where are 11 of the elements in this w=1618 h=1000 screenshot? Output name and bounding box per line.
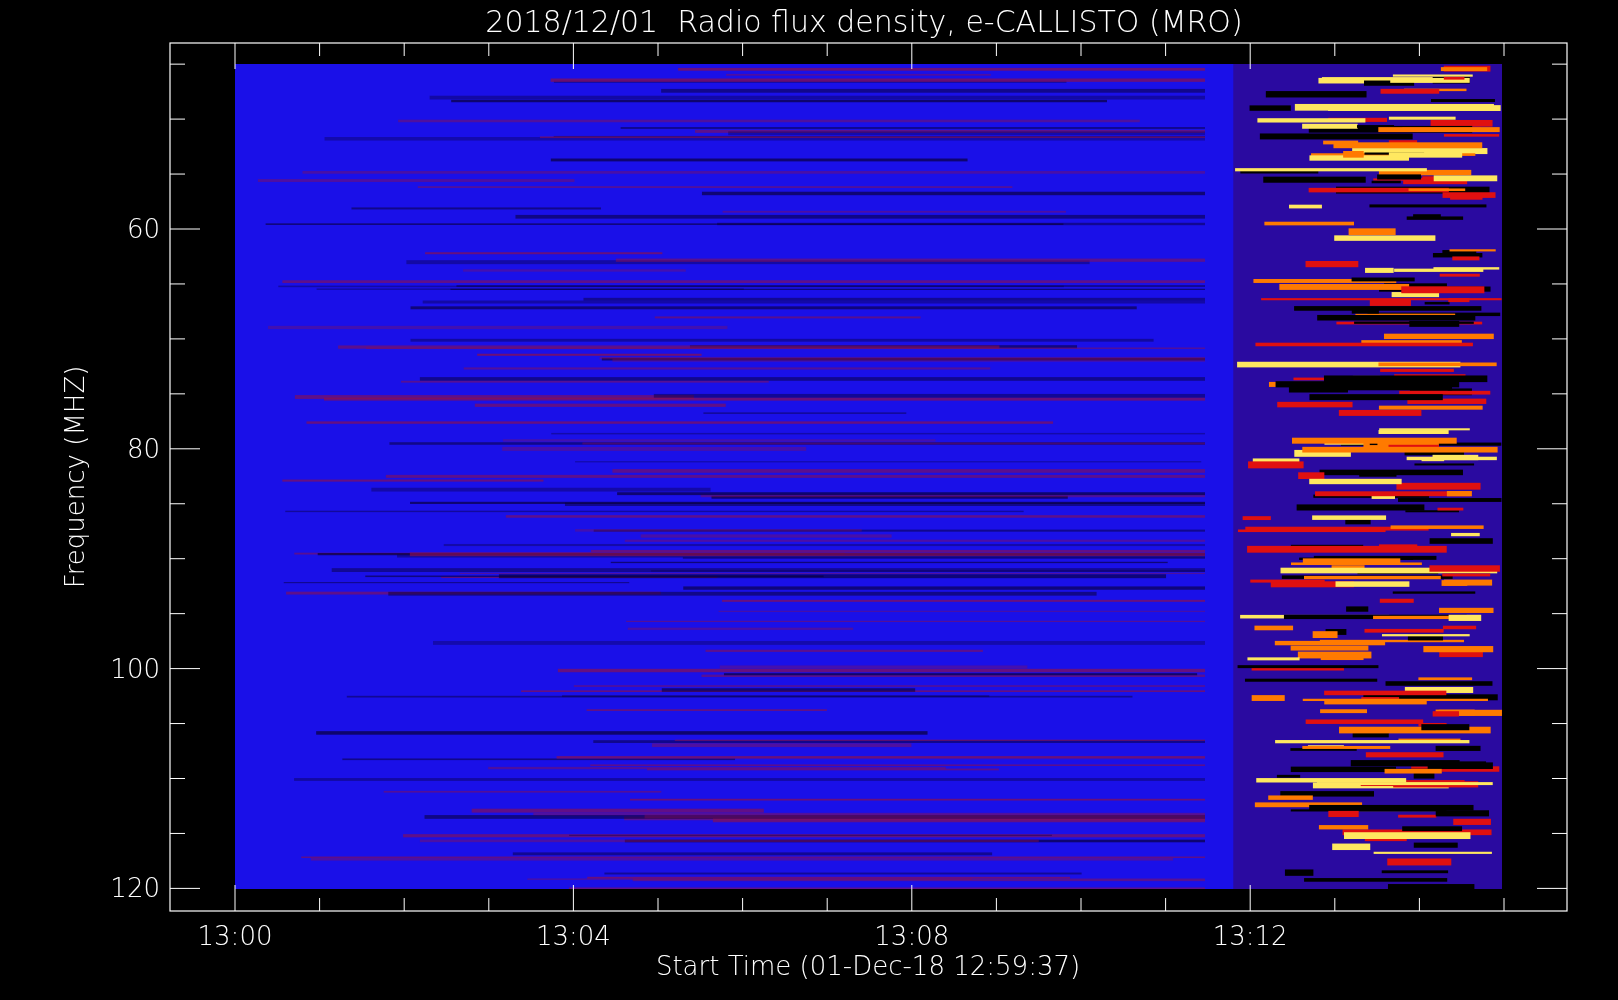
y-axis-label: Frequency (MHZ) — [60, 365, 90, 589]
x-axis-label: Start Time (01-Dec-18 12:59:37) — [655, 951, 1081, 981]
plot-title: 2018/12/01 Radio flux density, e-CALLISTO (MRO) — [485, 4, 1243, 39]
x-tick-label: 13:04 — [535, 921, 611, 951]
y-tick-label: 100 — [110, 653, 160, 684]
x-tick-label: 13:08 — [874, 921, 950, 951]
x-tick-label: 13:12 — [1212, 921, 1288, 951]
y-tick-label: 80 — [126, 433, 160, 464]
x-tick-label: 13:00 — [197, 921, 273, 951]
y-tick-label: 60 — [126, 214, 160, 244]
y-tick-label: 120 — [110, 873, 160, 904]
